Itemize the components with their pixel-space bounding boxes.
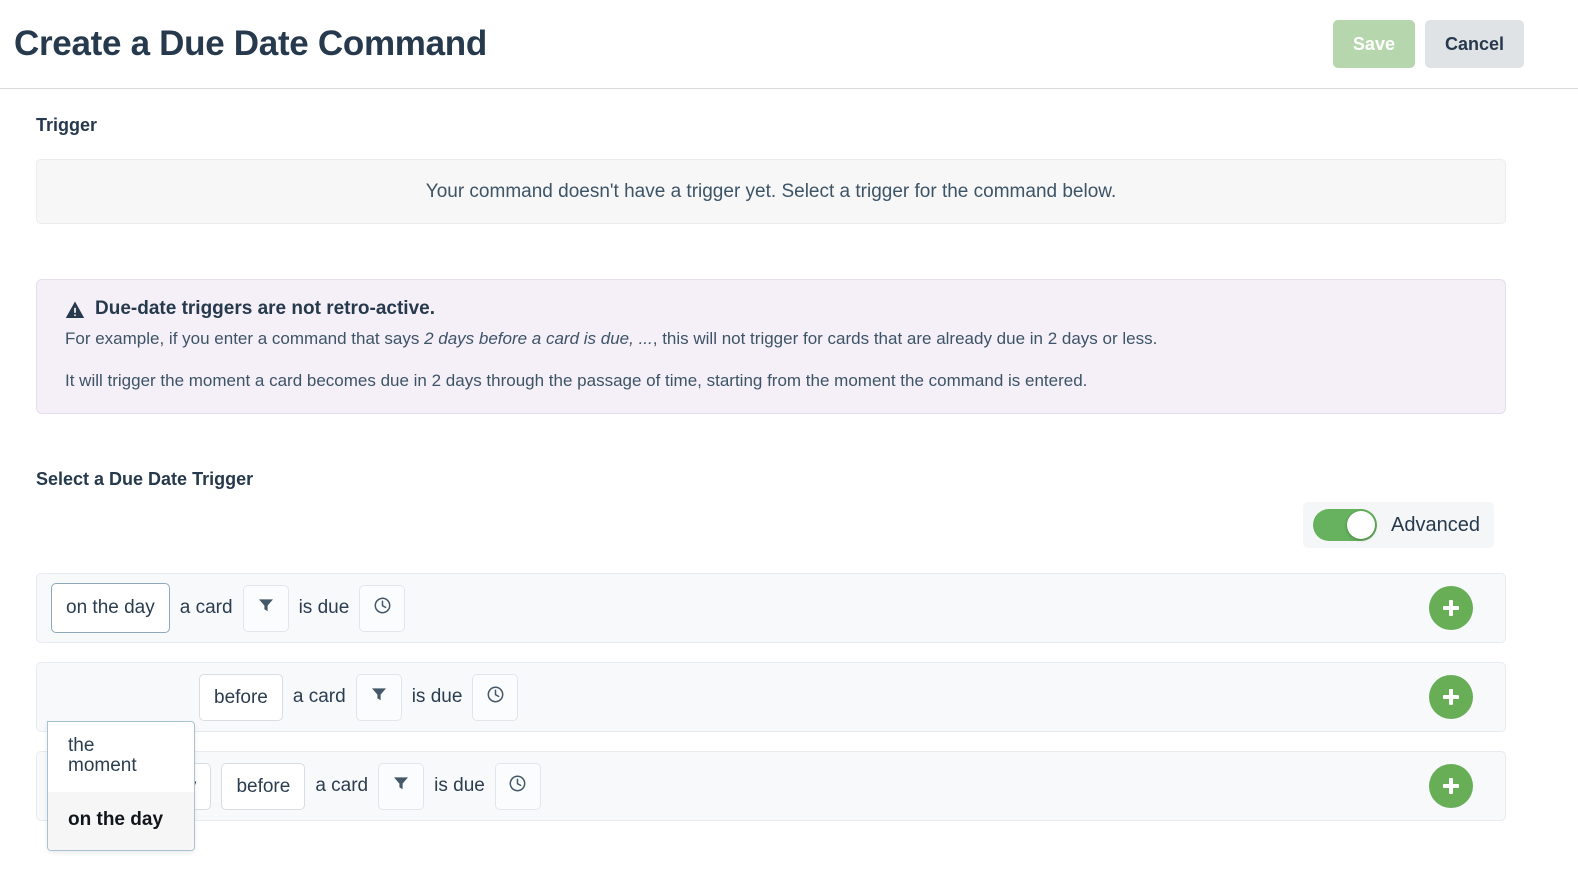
card-text-row-2: a card bbox=[292, 686, 346, 707]
cancel-button[interactable]: Cancel bbox=[1424, 19, 1524, 68]
alert-line-1-emphasis: 2 days before a card is due, ... bbox=[424, 329, 653, 348]
advanced-toggle-knob bbox=[1347, 511, 1376, 539]
trigger-row-1-phrase: on the day a card is due bbox=[51, 583, 406, 633]
dropdown-option-on-the-day[interactable]: on the day bbox=[48, 791, 194, 850]
add-trigger-button-row-3[interactable] bbox=[1429, 764, 1473, 808]
when-dropdown-row-3[interactable]: before bbox=[221, 762, 306, 810]
retro-active-alert: Due-date triggers are not retro-active. … bbox=[36, 279, 1506, 414]
trigger-empty-box: Your command doesn't have a trigger yet.… bbox=[36, 159, 1506, 224]
filter-icon bbox=[257, 596, 275, 620]
page-header: Create a Due Date Command Save Cancel bbox=[0, 0, 1578, 89]
dropdown-option-the-moment-line1: the bbox=[68, 735, 95, 756]
due-text-row-2: is due bbox=[411, 686, 463, 707]
card-text-row-3: a card bbox=[315, 775, 369, 796]
filter-icon bbox=[392, 774, 410, 798]
trigger-row-2-phrase: before a card is due bbox=[51, 673, 519, 721]
save-button[interactable]: Save bbox=[1332, 19, 1415, 68]
page-root: Create a Due Date Command Save Cancel Tr… bbox=[0, 0, 1578, 872]
plus-icon bbox=[1443, 689, 1459, 705]
clock-icon bbox=[486, 685, 505, 710]
dropdown-option-the-moment[interactable]: the moment bbox=[48, 722, 194, 792]
filter-icon bbox=[370, 685, 388, 709]
filter-icon-button-row-3[interactable] bbox=[378, 762, 425, 810]
trigger-empty-message: Your command doesn't have a trigger yet.… bbox=[425, 180, 1117, 202]
alert-line-2: It will trigger the moment a card become… bbox=[65, 371, 1088, 391]
select-trigger-heading: Select a Due Date Trigger bbox=[36, 469, 254, 489]
clock-icon bbox=[508, 774, 527, 799]
add-trigger-button-row-2[interactable] bbox=[1429, 675, 1473, 719]
header-actions: Save Cancel bbox=[1332, 19, 1566, 68]
trigger-row[interactable]: before a card is due bbox=[36, 662, 1506, 732]
when-dropdown-row-1[interactable]: on the day bbox=[51, 583, 170, 633]
alert-line-1: For example, if you enter a command that… bbox=[65, 326, 1477, 352]
alert-line-1-suffix: , this will not trigger for cards that a… bbox=[652, 329, 1158, 348]
filter-icon-button-row-1[interactable] bbox=[242, 584, 289, 632]
trigger-section-heading: Trigger bbox=[36, 115, 98, 135]
plus-icon bbox=[1443, 600, 1459, 616]
filter-icon-button-row-2[interactable] bbox=[355, 673, 402, 721]
clock-icon-button-row-1[interactable] bbox=[359, 584, 406, 632]
dropdown-option-the-moment-line2: moment bbox=[68, 754, 137, 776]
advanced-toggle[interactable] bbox=[1313, 509, 1378, 541]
card-text-row-1: a card bbox=[179, 597, 233, 618]
advanced-toggle-label: Advanced bbox=[1391, 513, 1480, 536]
when-dropdown-row-2[interactable]: before bbox=[199, 673, 283, 721]
when-dropdown-menu[interactable]: the moment on the day bbox=[47, 721, 195, 851]
clock-icon bbox=[373, 596, 392, 621]
warning-triangle-icon bbox=[65, 300, 85, 320]
clock-icon-button-row-2[interactable] bbox=[472, 673, 519, 721]
clock-icon-button-row-3[interactable] bbox=[494, 762, 541, 810]
advanced-toggle-group: Advanced bbox=[1303, 502, 1494, 548]
trigger-row[interactable]: on the monday before a card is due bbox=[36, 751, 1506, 821]
due-text-row-1: is due bbox=[298, 597, 350, 618]
header-inner: Create a Due Date Command Save Cancel bbox=[12, 0, 1566, 87]
add-trigger-button-row-1[interactable] bbox=[1429, 586, 1473, 630]
alert-title: Due-date triggers are not retro-active. bbox=[95, 298, 435, 319]
plus-icon bbox=[1443, 778, 1459, 794]
alert-line-1-prefix: For example, if you enter a command that… bbox=[65, 329, 425, 348]
trigger-row[interactable]: on the day a card is due bbox=[36, 573, 1506, 643]
page-title: Create a Due Date Command bbox=[14, 23, 487, 63]
alert-header: Due-date triggers are not retro-active. bbox=[65, 298, 1477, 320]
due-text-row-3: is due bbox=[434, 775, 485, 796]
